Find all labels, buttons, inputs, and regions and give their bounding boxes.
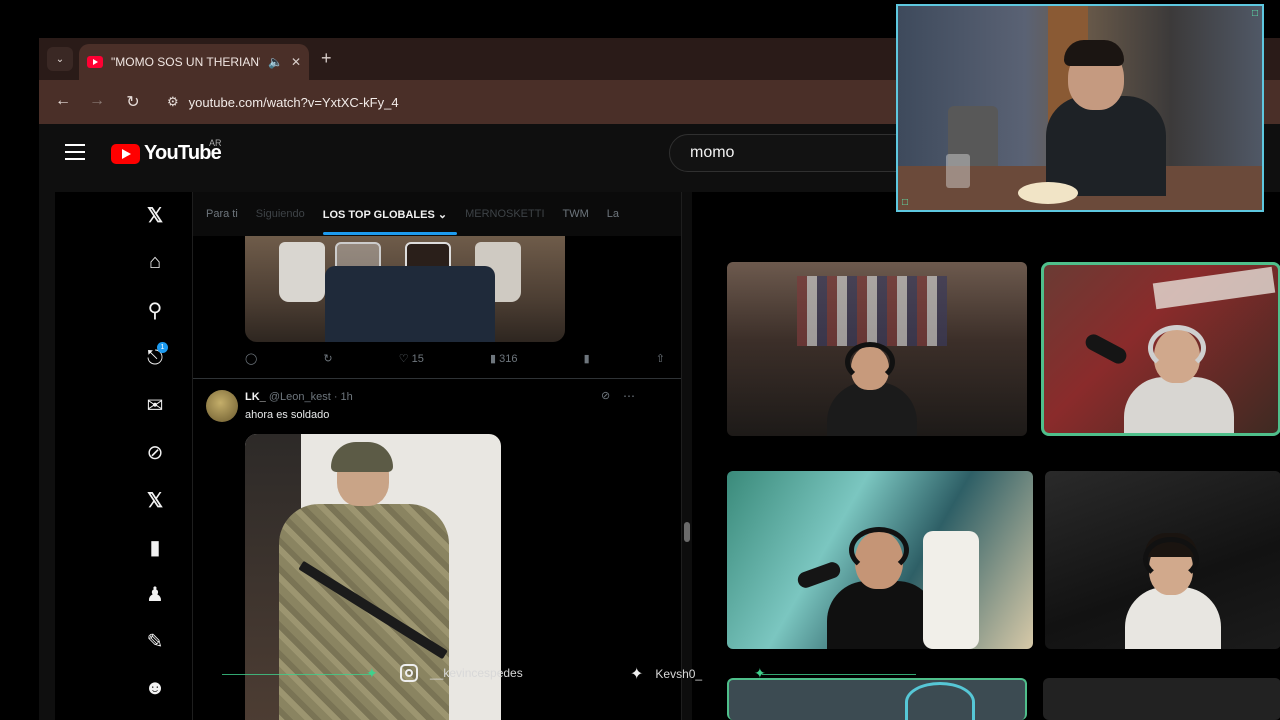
messages-icon[interactable]: ✉ [143, 393, 167, 417]
tweet-author-handle[interactable]: @Leon_kest · 1h [269, 391, 353, 403]
frame-corner-icon: □ [902, 197, 909, 208]
bookmark-icon[interactable]: ▮ [584, 352, 590, 368]
sparkle-icon: ✦ [366, 665, 378, 681]
twitter-handle: ✦ Kevsh0_ [630, 664, 702, 684]
twitter-username: Kevsh0_ [655, 667, 703, 681]
lists-icon[interactable]: ✎ [143, 629, 167, 653]
overlay-line [222, 674, 372, 675]
tweet-actions: ◯ ↻ ♡ 15 ▮ 316 ▮ ⇧ [245, 352, 665, 368]
site-info-icon[interactable]: ⚙ [167, 94, 179, 110]
share-icon[interactable]: ⇧ [656, 352, 665, 368]
tab-mernosketti[interactable]: MERNOSKETTI [465, 208, 544, 220]
scroll-thumb[interactable] [684, 522, 690, 542]
tab-los-top-globales[interactable]: LOS TOP GLOBALES ⌄ [322, 208, 458, 235]
bookmarks-icon[interactable]: ▮ [143, 535, 167, 559]
facecam-2 [1041, 262, 1280, 436]
like-count: 15 [411, 353, 424, 365]
facecam-4 [1045, 471, 1280, 649]
notification-badge: 1 [157, 342, 168, 353]
video-player[interactable]: 𝕏 ⌂ ⚲ ⎋ 1 ✉ ⊘ 𝕏 ▮ ♟ ✎ ☻ Para ti Siguiend… [55, 192, 1280, 720]
social-overlay: ✦ ✦ __kevincespedes ✦ Kevsh0_ [222, 660, 922, 688]
tab-search-button[interactable]: ⌄ [47, 47, 73, 71]
twitter-bird-icon: ✦ [630, 666, 644, 683]
more-options-icon[interactable]: ⋯ [623, 389, 636, 403]
profile-icon[interactable]: ☻ [143, 676, 167, 700]
country-code: AR [209, 138, 222, 148]
like-button[interactable]: ♡ 15 [399, 352, 424, 368]
youtube-play-icon [111, 143, 140, 164]
search-icon[interactable]: ⚲ [143, 298, 167, 322]
forward-arrow-icon[interactable]: → [87, 92, 107, 110]
grok-icon[interactable]: ⊘ [143, 440, 167, 464]
sparkle-icon: ✦ [754, 665, 766, 681]
search-value: momo [690, 144, 735, 161]
x-feed: Para ti Siguiendo LOS TOP GLOBALES ⌄ MER… [192, 192, 682, 720]
plus-icon[interactable]: + [321, 48, 332, 69]
facecam-1 [727, 262, 1027, 436]
chevron-down-icon: ⌄ [55, 53, 65, 65]
x-sidebar: 𝕏 ⌂ ⚲ ⎋ 1 ✉ ⊘ 𝕏 ▮ ♟ ✎ ☻ [55, 192, 192, 720]
instagram-handle: __kevincespedes [400, 664, 523, 682]
tweet-header: LK_ @Leon_kest · 1h [245, 391, 353, 403]
frame-corner-icon: □ [1251, 8, 1258, 19]
feed-scrollbar[interactable] [682, 192, 692, 720]
overlay-line [762, 674, 916, 675]
tweet-author-name[interactable]: LK_ [245, 391, 266, 403]
instagram-username: __kevincespedes [430, 666, 523, 680]
instagram-icon [400, 664, 418, 682]
feed-tabs: Para ti Siguiendo LOS TOP GLOBALES ⌄ MER… [193, 192, 681, 236]
home-icon[interactable]: ⌂ [143, 250, 167, 274]
url-text[interactable]: youtube.com/watch?v=YxtXC-kFy_4 [189, 95, 399, 110]
grok-icon[interactable]: ⊘ [601, 389, 610, 402]
tweet-divider [193, 378, 681, 379]
youtube-logo[interactable]: YouTube [111, 142, 222, 165]
tweet-text: ahora es soldado [245, 409, 330, 421]
facecam-3 [727, 471, 1033, 649]
menu-icon[interactable] [65, 144, 85, 160]
x-premium-icon[interactable]: 𝕏 [143, 488, 167, 512]
tweet-media-image[interactable] [245, 236, 565, 342]
streamer-webcam: □ □ [896, 4, 1264, 212]
tab-twm[interactable]: TWM [563, 208, 589, 220]
back-arrow-icon[interactable]: ← [53, 92, 73, 110]
tab-para-ti[interactable]: Para ti [206, 208, 238, 220]
facecam-6 [1043, 678, 1280, 720]
youtube-favicon-icon [87, 56, 103, 68]
views-count: 316 [499, 353, 518, 365]
retweet-icon[interactable]: ↻ [323, 352, 332, 368]
tab-la[interactable]: La [607, 208, 619, 220]
reload-icon[interactable]: ↻ [123, 92, 143, 112]
communities-icon[interactable]: ♟ [143, 582, 167, 606]
browser-tab[interactable]: "MOMO SOS UN THERIAN" 🔈 ✕ [79, 44, 309, 80]
x-logo-icon[interactable]: 𝕏 [143, 203, 167, 227]
avatar[interactable] [206, 390, 238, 422]
close-icon[interactable]: ✕ [291, 55, 301, 69]
tab-title: "MOMO SOS UN THERIAN" [111, 55, 260, 69]
reply-icon[interactable]: ◯ [245, 352, 257, 368]
views-button[interactable]: ▮ 316 [490, 352, 517, 368]
speaker-icon[interactable]: 🔈 [268, 55, 283, 69]
tab-siguiendo[interactable]: Siguiendo [256, 208, 305, 220]
